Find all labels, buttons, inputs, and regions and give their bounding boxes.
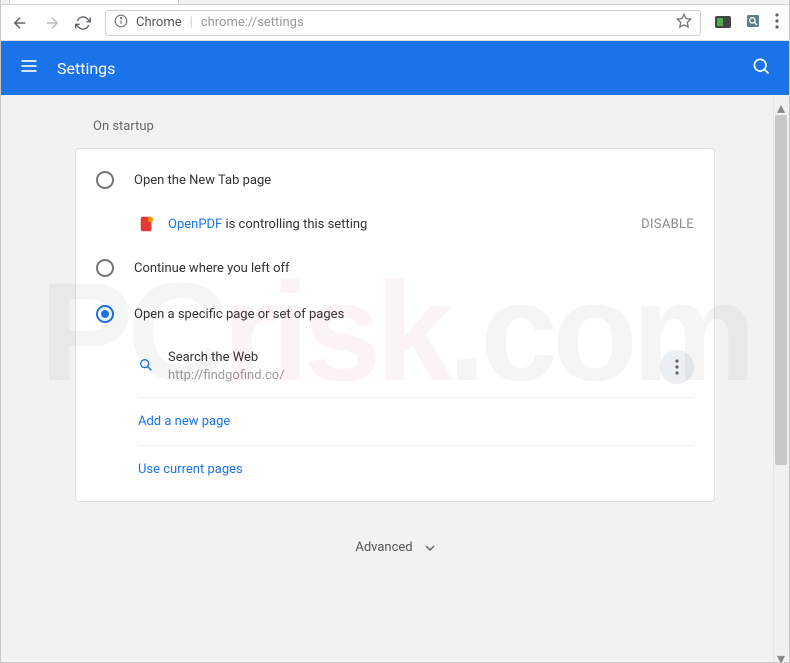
browser-tab-settings[interactable]: Settings × [9, 0, 179, 4]
advanced-label: Advanced [355, 540, 412, 555]
scrollbar[interactable]: ▴ ▾ [773, 95, 789, 662]
use-current-pages-link[interactable]: Use current pages [76, 446, 714, 493]
startup-card: Open the New Tab page OpenPDF is control… [75, 148, 715, 502]
add-page-link[interactable]: Add a new page [76, 398, 714, 445]
search-icon[interactable] [751, 56, 771, 80]
advanced-toggle[interactable]: Advanced [75, 540, 715, 555]
radio-option-continue[interactable]: Continue where you left off [76, 245, 714, 291]
address-bar: Chrome | chrome://settings [1, 5, 789, 41]
extension-openpdf-icon [138, 215, 156, 233]
radio-option-newtab[interactable]: Open the New Tab page [76, 157, 714, 203]
zoom-icon[interactable] [745, 13, 761, 33]
star-icon[interactable] [676, 13, 692, 33]
magnifier-icon [138, 357, 154, 377]
info-icon [114, 14, 128, 32]
reload-button[interactable] [75, 15, 91, 31]
extension-icon[interactable] [715, 13, 731, 32]
option-label: Open a specific page or set of pages [134, 307, 344, 322]
disable-button[interactable]: DISABLE [641, 217, 694, 232]
extension-controlling-row: OpenPDF is controlling this setting DISA… [76, 203, 714, 245]
extension-name-link[interactable]: OpenPDF [168, 217, 222, 232]
back-button[interactable] [11, 14, 29, 32]
chevron-down-icon [425, 540, 435, 555]
startup-page-url: http://findgofind.co/ [168, 367, 285, 385]
option-label: Open the New Tab page [134, 173, 271, 188]
omnibox-url: chrome://settings [201, 15, 304, 30]
more-actions-button[interactable] [660, 350, 694, 384]
section-label-startup: On startup [93, 119, 715, 134]
tab-strip: Settings × [1, 0, 789, 5]
radio-icon [96, 259, 114, 277]
radio-option-specific[interactable]: Open a specific page or set of pages [76, 291, 714, 337]
scroll-up-icon[interactable]: ▴ [777, 98, 787, 108]
scroll-down-icon[interactable]: ▾ [777, 649, 787, 659]
hamburger-icon[interactable] [19, 56, 39, 80]
settings-title: Settings [57, 59, 115, 78]
menu-icon[interactable] [775, 13, 779, 33]
startup-page-entry: Search the Web http://findgofind.co/ [76, 337, 714, 397]
startup-page-title: Search the Web [168, 349, 285, 367]
scrollbar-thumb[interactable] [775, 115, 787, 465]
controlling-suffix: is controlling this setting [222, 217, 367, 232]
radio-icon [96, 305, 114, 323]
content-area: On startup Open the New Tab page OpenPDF… [1, 95, 789, 662]
forward-button[interactable] [43, 14, 61, 32]
omnibox[interactable]: Chrome | chrome://settings [105, 10, 701, 36]
settings-appbar: Settings [1, 41, 789, 95]
option-label: Continue where you left off [134, 261, 290, 276]
radio-icon [96, 171, 114, 189]
omnibox-origin: Chrome [136, 15, 182, 30]
